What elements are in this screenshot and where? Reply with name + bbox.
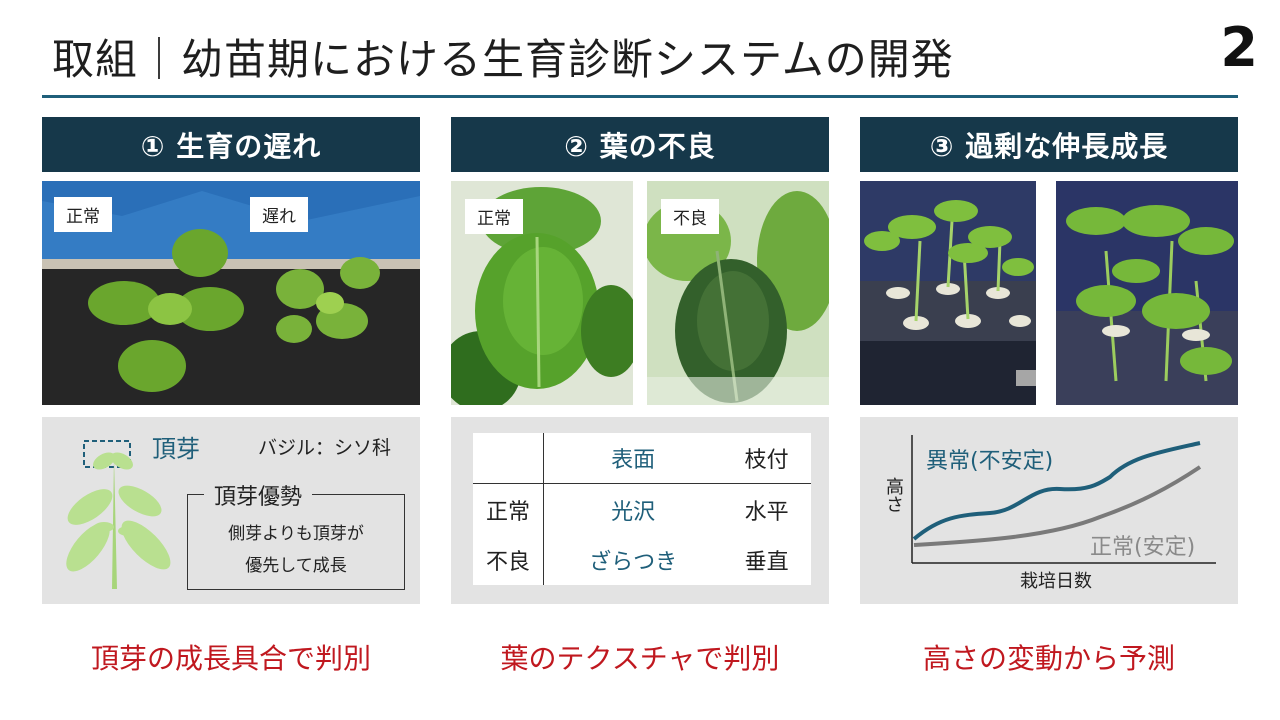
arrow-right-icon [1016,370,1036,386]
abnormal-series-label: 異常(不安定) [926,449,1054,474]
cell-normal-branch: 水平 [744,499,789,525]
photo-seedlings-comparison: 正常 遅れ [42,181,420,405]
row-label-defective: 不良 [473,534,544,585]
leaf-comparison-panel: 表面 枝付 正常 光沢 水平 不良 ざらつき 垂直 [451,417,829,604]
photo-normal-leaf: 正常 [451,181,633,405]
slide-title: 取組｜幼苗期における生育診断システムの開発 [52,35,954,84]
x-axis-label: 栽培日数 [1020,571,1092,592]
result-text: 高さの変動から予測 [922,642,1175,675]
tag-defective: 不良 [661,199,719,234]
apical-bud-label: 頂芽 [152,435,200,463]
species-label: バジル：シソ科 [258,437,392,459]
column-excessive-elongation: ③ 過剰な伸長成長 異常(不安定) 正常(安定) 高さ 栽培日数 高さの変動から… [860,117,1238,677]
box-line-2: 優先して成長 [245,556,347,576]
column-header: ② 葉の不良 [451,117,829,172]
col-header-branch: 枝付 [744,448,789,474]
y-axis-label: 高さ [883,477,904,513]
cell-normal-surface: 光沢 [611,499,656,525]
photo-elongated-later [1056,181,1238,405]
tag-delayed: 遅れ [250,197,308,232]
column-header: ③ 過剰な伸長成長 [860,117,1238,172]
cell-defective-surface: ざらつき [589,549,678,575]
tag-normal: 正常 [54,197,112,232]
growth-curve-panel: 異常(不安定) 正常(安定) 高さ 栽培日数 [860,417,1238,604]
photo-elongated-seedlings [860,181,1036,405]
title-divider [42,95,1238,98]
column-growth-delay: ① 生育の遅れ 正常 遅れ 頂芽 バジル：シソ科 側芽よりも頂芽が 優先して成長… [42,117,420,677]
result-text: 頂芽の成長具合で判別 [90,642,371,675]
page-number: 2 [1220,16,1258,79]
cell-defective-branch: 垂直 [744,549,789,575]
box-title: 頂芽優勢 [204,479,313,511]
leaf-comparison-table: 表面 枝付 正常 光沢 水平 不良 ざらつき 垂直 [473,433,811,585]
column-leaf-defect: ② 葉の不良 正常 不良 表面 枝付 正常 光沢 水平 不良 ざらつき 垂直 葉… [451,117,829,677]
normal-series-label: 正常(安定) [1090,535,1196,560]
box-line-1: 側芽よりも頂芽が [228,524,364,544]
result-text: 葉のテクスチャで判別 [500,642,780,675]
col-header-surface: 表面 [611,448,656,474]
apical-dominance-panel: 頂芽 バジル：シソ科 側芽よりも頂芽が 優先して成長 頂芽優勢 [42,417,420,604]
tag-normal: 正常 [465,199,523,234]
row-label-normal: 正常 [473,483,544,535]
photo-defective-leaf: 不良 [647,181,829,405]
column-header: ① 生育の遅れ [42,117,420,172]
